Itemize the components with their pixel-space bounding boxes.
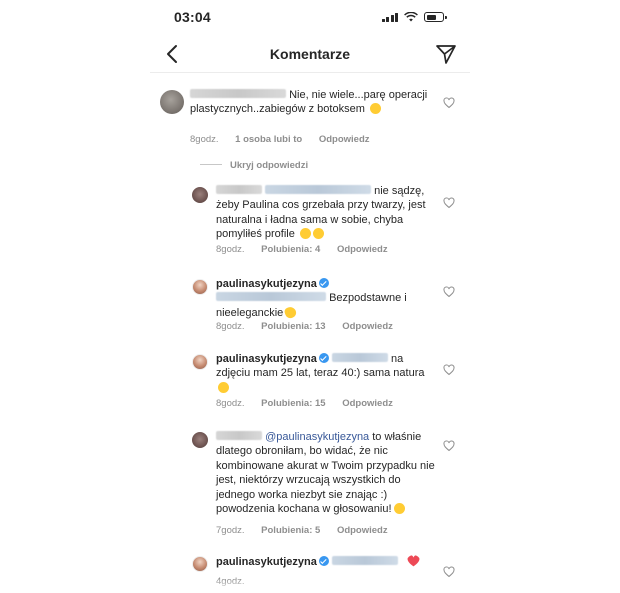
username[interactable]: paulinasykutjezyna (216, 353, 317, 365)
phone-screen: 03:04 Komentarze Nie, nie wiele...parę o… (150, 0, 470, 593)
comment-time: 8godz. (216, 398, 245, 409)
comment-text: Nie, nie wiele...parę operacji plastyczn… (190, 89, 428, 116)
blurred-mention (216, 292, 326, 302)
comment-meta: 8godz. 1 osoba lubi to Odpowiedz (190, 134, 384, 145)
likes-count[interactable]: Polubienia: 15 (261, 398, 325, 409)
heart-outline-icon[interactable] (443, 286, 455, 298)
avatar[interactable] (192, 187, 208, 203)
clapping-emoji (283, 305, 298, 320)
likes-count[interactable]: Polubienia: 13 (261, 321, 325, 332)
comment-time: 8godz. (216, 321, 245, 332)
reply-button[interactable]: Odpowiedz (337, 525, 388, 536)
heart-outline-icon[interactable] (443, 364, 455, 376)
likes-count[interactable]: Polubienia: 4 (261, 244, 320, 255)
reply-text: paulinasykutjezyna Bezpodstawne i nieele… (216, 278, 407, 320)
reply-text: paulinasykutjezyna na zdjęciu mam 25 lat… (216, 352, 436, 395)
reply-button[interactable]: Odpowiedz (342, 321, 393, 332)
avatar[interactable] (192, 556, 208, 572)
blurred-username (216, 431, 262, 440)
reply-text: @paulinasykutjezyna to właśnie dlatego o… (216, 431, 435, 516)
reply-button[interactable]: Odpowiedz (337, 244, 388, 255)
reply-meta: 8godz. Polubienia: 15 Odpowiedz (216, 398, 407, 409)
reply-meta: 8godz. Polubienia: 4 Odpowiedz (216, 244, 402, 255)
verified-badge-icon (318, 556, 329, 566)
username[interactable]: paulinasykutjezyna (216, 556, 317, 568)
heart-outline-icon[interactable] (443, 440, 455, 452)
signal-icon (381, 12, 398, 22)
reply-text: paulinasykutjezyna (216, 555, 436, 569)
laughing-emoji (369, 103, 381, 115)
winking-kiss-emoji (393, 503, 405, 515)
send-icon[interactable] (434, 42, 458, 66)
reply-meta: 8godz. Polubienia: 13 Odpowiedz (216, 321, 407, 332)
comment-time: 8godz. (190, 134, 219, 145)
avatar[interactable] (192, 432, 208, 448)
divider-line (200, 164, 222, 165)
blurred-mention (331, 353, 388, 362)
winking-kiss-emoji (218, 381, 229, 393)
status-bar: 03:04 (150, 0, 470, 38)
avatar[interactable] (160, 90, 184, 114)
comment-time: 8godz. (216, 244, 245, 255)
avatar[interactable] (192, 279, 208, 295)
reply-button[interactable]: Odpowiedz (319, 134, 370, 145)
grinning-emoji (312, 228, 324, 240)
heart-outline-icon[interactable] (443, 97, 455, 109)
verified-badge-icon (318, 353, 329, 363)
blurred-username (216, 185, 262, 194)
bottom-fade (150, 579, 470, 593)
grinning-emoji (299, 228, 311, 240)
likes-count[interactable]: Polubienia: 5 (261, 525, 320, 536)
hide-replies-button[interactable]: Ukryj odpowiedzi (200, 160, 308, 171)
page-title: Komentarze (269, 46, 351, 62)
avatar[interactable] (192, 354, 208, 370)
blurred-mention (331, 556, 398, 565)
status-icons (381, 12, 447, 22)
verified-badge-icon (318, 278, 329, 288)
wifi-icon (404, 12, 418, 22)
comment-time: 7godz. (216, 525, 245, 536)
likes-count[interactable]: 1 osoba lubi to (235, 134, 302, 145)
red-heart-emoji (407, 555, 420, 567)
reply-text: nie sądzę, żeby Paulina cos grzebała prz… (216, 185, 426, 241)
username[interactable]: paulinasykutjezyna (216, 278, 317, 290)
reply-meta: 7godz. Polubienia: 5 Odpowiedz (216, 525, 402, 536)
reply-button[interactable]: Odpowiedz (342, 398, 393, 409)
mention-link[interactable]: @paulinasykutjezyna (265, 431, 369, 443)
heart-outline-icon[interactable] (443, 566, 455, 578)
blurred-mention (265, 185, 372, 194)
blurred-username (190, 89, 286, 98)
status-time: 03:04 (174, 9, 211, 25)
battery-icon (424, 12, 447, 22)
heart-outline-icon[interactable] (443, 197, 455, 209)
nav-bar: Komentarze (150, 38, 470, 73)
